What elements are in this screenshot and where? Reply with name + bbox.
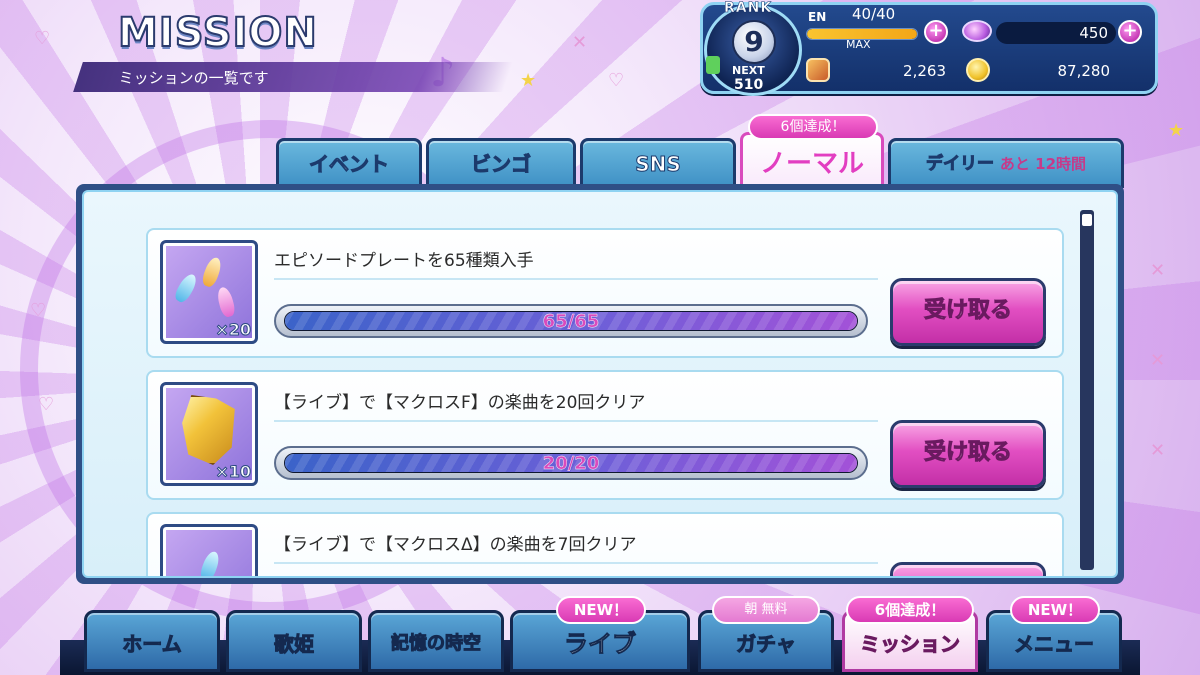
en-max-label: MAX bbox=[846, 38, 871, 51]
star-decoration: ★ bbox=[520, 70, 537, 91]
gem-planet-icon bbox=[962, 20, 992, 42]
tab-sns[interactable]: SNS bbox=[580, 138, 736, 188]
en-value: 40/40 bbox=[852, 5, 896, 23]
crystal-potions-icon: ×20 bbox=[160, 240, 258, 344]
en-label: EN bbox=[808, 10, 827, 24]
tab-label: ノーマル bbox=[759, 149, 864, 179]
subtitle-text: ミッションの一覧です bbox=[118, 69, 269, 87]
nav-menu-badge: NEW！ bbox=[1010, 596, 1100, 624]
mission-text: 【ライブ】で【マクロスF】の楽曲を20回クリア bbox=[274, 388, 878, 422]
mission-item: ×20 エピソードプレートを65種類入手 65/65 受け取る bbox=[146, 228, 1064, 358]
tab-label: デイリー bbox=[925, 154, 994, 175]
rank-label: RANK bbox=[724, 0, 773, 16]
tab-label: イベント bbox=[309, 152, 390, 177]
nav-memory-space[interactable]: 記憶の時空 bbox=[368, 610, 504, 672]
daily-time-remaining: あと 12時間 bbox=[999, 155, 1087, 173]
heart-decoration: ♡ bbox=[608, 70, 625, 91]
progress-track: 20/20 bbox=[284, 453, 858, 473]
medal-value: 2,263 bbox=[903, 62, 946, 80]
receive-button[interactable] bbox=[890, 562, 1046, 576]
reward-count: ×10 bbox=[215, 462, 252, 482]
nav-label: 歌姫 bbox=[274, 632, 315, 657]
page-subtitle: ミッションの一覧です bbox=[73, 62, 513, 92]
nav-gacha-badge: 朝 無料 bbox=[712, 596, 820, 624]
gem-value: 450 bbox=[1079, 24, 1108, 42]
cross-decoration: ✕ bbox=[1150, 260, 1166, 281]
nav-mission-badge: 6個達成！ bbox=[846, 596, 974, 624]
receive-button[interactable]: 受け取る bbox=[890, 420, 1046, 488]
medal-icon bbox=[806, 58, 830, 82]
tab-achieved-badge: 6個達成！ bbox=[748, 114, 878, 140]
blue-crystal-shape bbox=[198, 549, 222, 576]
blue-crystal-shape bbox=[172, 271, 200, 305]
header: MISSION ミッションの一覧です bbox=[73, 9, 513, 92]
cross-decoration: ✕ bbox=[572, 32, 588, 53]
heart-decoration: ♡ bbox=[30, 300, 47, 321]
gold-crystal-icon: ×10 bbox=[160, 382, 258, 486]
star-decoration: ★ bbox=[1168, 120, 1185, 141]
scrollbar[interactable] bbox=[1080, 210, 1094, 570]
cross-decoration: ✕ bbox=[1150, 440, 1166, 461]
nav-label: ミッション bbox=[860, 632, 961, 657]
rank-gauge bbox=[706, 56, 720, 74]
mission-list[interactable]: ×20 エピソードプレートを65種類入手 65/65 受け取る ×10 【ライブ… bbox=[82, 190, 1118, 578]
orange-crystal-shape bbox=[200, 255, 224, 289]
blue-crystal-icon bbox=[160, 524, 258, 576]
mission-text: エピソードプレートを65種類入手 bbox=[274, 246, 878, 280]
pink-crystal-shape bbox=[215, 285, 237, 319]
heart-decoration: ♡ bbox=[38, 394, 55, 415]
nav-label: メニュー bbox=[1014, 632, 1095, 657]
mission-text: 【ライブ】で【マクロスΔ】の楽曲を7回クリア bbox=[274, 530, 878, 564]
receive-button[interactable]: 受け取る bbox=[890, 278, 1046, 346]
nav-label: 記憶の時空 bbox=[391, 633, 482, 655]
rank-value: 9 bbox=[732, 20, 776, 64]
tab-daily[interactable]: デイリー あと 12時間 bbox=[888, 138, 1124, 188]
cross-decoration: ✕ bbox=[1150, 350, 1166, 371]
coin-value: 87,280 bbox=[1057, 62, 1111, 80]
progress-text: 65/65 bbox=[542, 311, 600, 331]
progress-bar: 20/20 bbox=[274, 446, 868, 480]
nav-label: ガチャ bbox=[736, 632, 797, 657]
progress-text: 20/20 bbox=[542, 453, 600, 473]
gold-crystal-shape bbox=[182, 395, 235, 465]
mission-list-panel: ×20 エピソードプレートを65種類入手 65/65 受け取る ×10 【ライブ… bbox=[76, 184, 1124, 584]
reward-count: ×20 bbox=[215, 320, 252, 340]
tab-bingo[interactable]: ビンゴ bbox=[426, 138, 576, 188]
progress-track: 65/65 bbox=[284, 311, 858, 331]
heart-decoration: ♡ bbox=[34, 28, 51, 49]
tab-label: ビンゴ bbox=[471, 152, 532, 177]
mission-item: 【ライブ】で【マクロスΔ】の楽曲を7回クリア bbox=[146, 512, 1064, 576]
nav-label: ホーム bbox=[122, 632, 182, 657]
scrollbar-thumb[interactable] bbox=[1082, 214, 1092, 226]
mission-item: ×10 【ライブ】で【マクロスF】の楽曲を20回クリア 20/20 受け取る bbox=[146, 370, 1064, 500]
add-en-button[interactable]: + bbox=[924, 20, 948, 44]
nav-home[interactable]: ホーム bbox=[84, 610, 220, 672]
nav-live-badge: NEW！ bbox=[556, 596, 646, 624]
page-title: MISSION bbox=[117, 9, 318, 57]
next-label: NEXT bbox=[732, 64, 765, 77]
tab-label: SNS bbox=[635, 152, 682, 177]
add-gems-button[interactable]: + bbox=[1118, 20, 1142, 44]
tab-normal[interactable]: ノーマル bbox=[740, 132, 884, 190]
progress-bar: 65/65 bbox=[274, 304, 868, 338]
coin-icon bbox=[966, 58, 990, 82]
tab-event[interactable]: イベント bbox=[276, 138, 422, 188]
nav-label: ライブ bbox=[564, 630, 637, 659]
nav-divas[interactable]: 歌姫 bbox=[226, 610, 362, 672]
next-value: 510 bbox=[734, 77, 764, 93]
